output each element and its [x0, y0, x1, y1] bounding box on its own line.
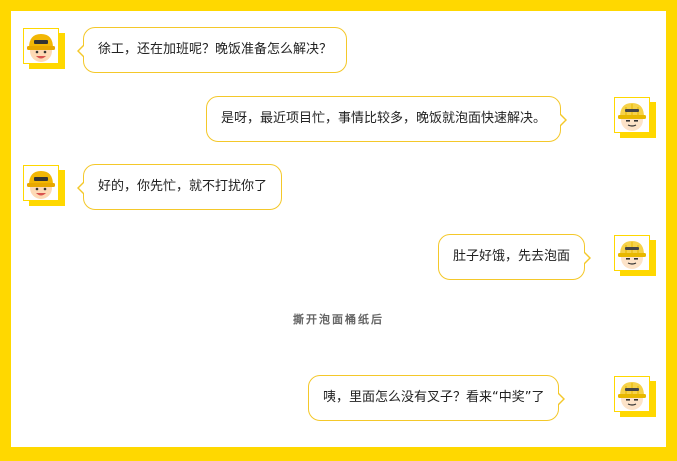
coworker-avatar-icon: [23, 165, 65, 206]
chat-frame: 徐工，还在加班呢？晚饭准备怎么解决？ 是呀，最近项目忙，事情比较多，晚饭就泡面快…: [0, 0, 677, 461]
message-text: 咦，里面怎么没有叉子？看来“中奖”了: [323, 390, 545, 405]
message-bubble: 徐工，还在加班呢？晚饭准备怎么解决？: [76, 27, 348, 73]
engineer-avatar-icon: [614, 235, 656, 276]
scene-note: 撕开泡面桶纸后: [293, 313, 384, 326]
coworker-avatar-icon: [23, 28, 65, 69]
chat-area: 徐工，还在加班呢？晚饭准备怎么解决？ 是呀，最近项目忙，事情比较多，晚饭就泡面快…: [11, 11, 666, 447]
engineer-avatar-icon: [614, 97, 656, 138]
message-bubble: 是呀，最近项目忙，事情比较多，晚饭就泡面快速解决。: [206, 96, 568, 142]
message-text: 是呀，最近项目忙，事情比较多，晚饭就泡面快速解决。: [221, 111, 547, 126]
message-text: 好的，你先忙，就不打扰你了: [98, 179, 268, 194]
message-bubble: 咦，里面怎么没有叉子？看来“中奖”了: [308, 375, 566, 421]
message-text: 肚子好饿，先去泡面: [453, 249, 571, 264]
message-bubble: 肚子好饿，先去泡面: [438, 234, 592, 280]
message-bubble: 好的，你先忙，就不打扰你了: [76, 164, 283, 210]
message-text: 徐工，还在加班呢？晚饭准备怎么解决？: [98, 42, 333, 57]
engineer-avatar-icon: [614, 376, 656, 417]
